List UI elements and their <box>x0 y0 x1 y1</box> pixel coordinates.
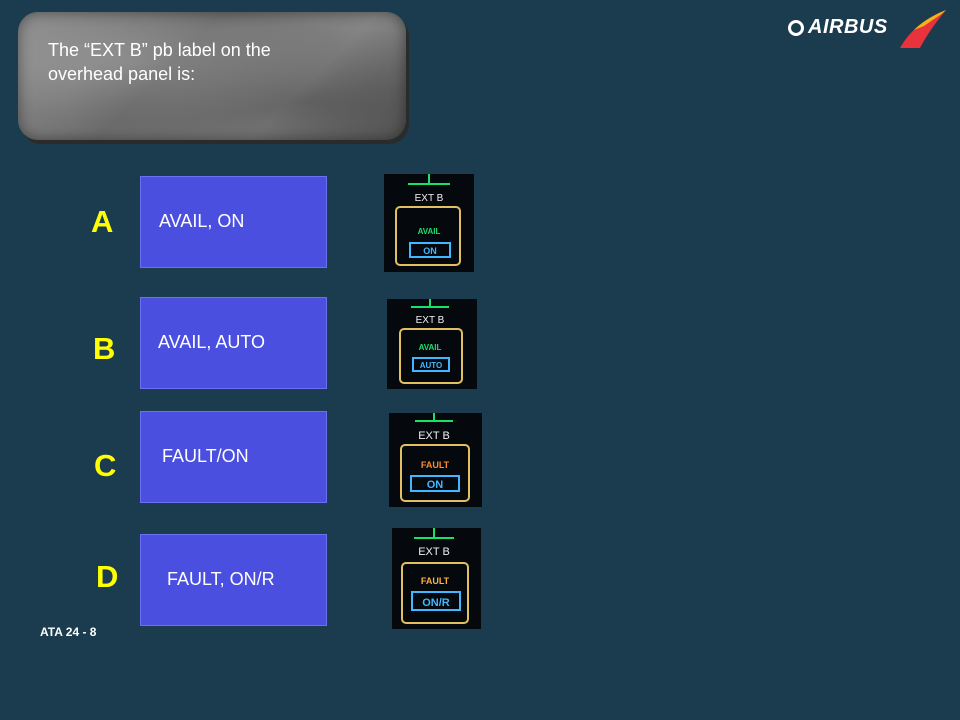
swoosh-icon <box>900 10 946 48</box>
option-letter-a: A <box>91 204 114 239</box>
panel-b-lower: AUTO <box>420 361 443 370</box>
option-b-label: AVAIL, AUTO <box>158 332 266 352</box>
panel-b-title: EXT B <box>416 315 445 326</box>
panel-d-title: EXT B <box>418 546 450 558</box>
airbus-logo: AIRBUS <box>788 8 948 50</box>
option-a-button[interactable]: AVAIL, ON <box>140 176 327 268</box>
footer-ata-code: ATA 24 - 8 <box>40 625 97 639</box>
logo-circle-icon <box>788 20 804 36</box>
option-c-button[interactable]: FAULT/ON <box>140 411 327 503</box>
option-letter-b: B <box>93 331 116 366</box>
question-text: The “EXT B” pb label on the overhead pan… <box>48 38 388 86</box>
option-a-label: AVAIL, ON <box>159 211 245 231</box>
question-box: The “EXT B” pb label on the overhead pan… <box>18 12 406 140</box>
logo-text: AIRBUS <box>808 16 888 38</box>
option-c-label: FAULT/ON <box>162 446 249 466</box>
panel-c-lower: ON <box>427 479 444 491</box>
option-d-button[interactable]: FAULT, ON/R <box>140 534 327 626</box>
option-letter-d: D <box>96 559 119 594</box>
ext-b-panel-a-image: EXT B AVAIL ON <box>384 174 474 272</box>
panel-c-upper: FAULT <box>421 460 450 470</box>
ext-b-panel-b-image: EXT B AVAIL AUTO <box>387 299 477 389</box>
panel-a-title: EXT B <box>415 193 444 204</box>
panel-a-upper: AVAIL <box>418 227 441 236</box>
ext-b-panel-c-image: EXT B FAULT ON <box>389 413 482 507</box>
panel-d-lower: ON/R <box>422 597 450 609</box>
panel-d-upper: FAULT <box>421 576 450 586</box>
quiz-slide: The “EXT B” pb label on the overhead pan… <box>0 0 960 720</box>
ext-b-panel-d-image: EXT B FAULT ON/R <box>392 528 481 629</box>
option-d-label: FAULT, ON/R <box>167 569 275 589</box>
panel-c-title: EXT B <box>418 430 450 442</box>
option-b-button[interactable]: AVAIL, AUTO <box>140 297 327 389</box>
question-line-1: The “EXT B” pb label on the <box>48 40 271 60</box>
panel-b-upper: AVAIL <box>419 343 442 352</box>
question-line-2: overhead panel is: <box>48 64 196 84</box>
panel-a-lower: ON <box>423 246 437 256</box>
option-letter-c: C <box>94 448 117 483</box>
